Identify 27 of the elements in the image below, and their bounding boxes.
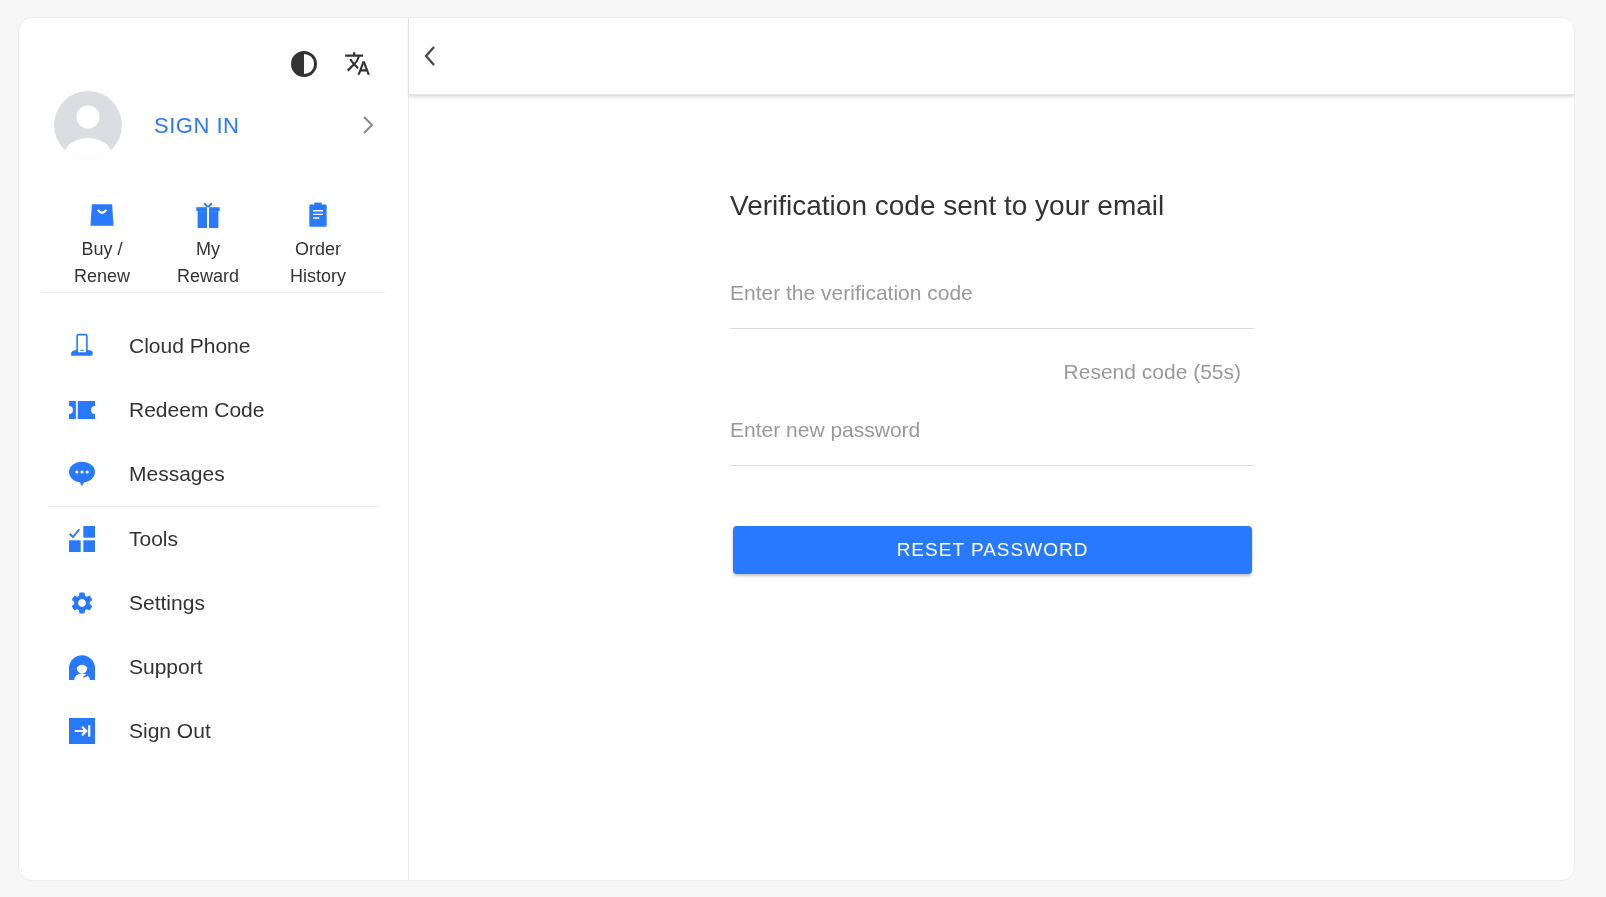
menu-item[interactable]: Cloud Phone [48, 314, 379, 378]
reset-password-button[interactable]: RESET PASSWORD [733, 526, 1252, 574]
quick-action-button[interactable]: My Reward [157, 202, 259, 290]
menu-item[interactable]: Redeem Code [48, 378, 379, 442]
shopping-bag-icon [89, 202, 115, 228]
menu-item[interactable]: Messages [48, 442, 379, 506]
new-password-field[interactable]: Enter new password [730, 412, 1254, 466]
chevron-right-icon[interactable] [362, 115, 374, 135]
tiles-icon [69, 526, 95, 552]
headset-agent-icon [69, 654, 95, 680]
menu-item[interactable]: Support [48, 635, 379, 699]
avatar-icon [53, 90, 123, 160]
gift-icon [195, 202, 221, 228]
menu-item[interactable]: Tools [48, 507, 379, 571]
phone-on-cloud-icon [69, 333, 95, 359]
back-icon[interactable] [423, 45, 437, 67]
form-title: Verification code sent to your email [730, 189, 1166, 223]
sign-in-link[interactable]: SIGN IN [154, 108, 240, 142]
quick-action-button[interactable]: Order History [259, 202, 377, 290]
chat-bubble-icon [69, 461, 95, 487]
menu-item[interactable]: Sign Out [48, 699, 379, 763]
verification-code-field[interactable]: Enter the verification code [730, 275, 1254, 329]
contrast-icon[interactable] [291, 50, 317, 77]
menu-item[interactable]: Settings [48, 571, 379, 635]
quick-action-button[interactable]: Buy / Renew [47, 202, 157, 290]
translate-icon[interactable] [344, 50, 371, 77]
sign-out-icon [69, 718, 95, 744]
